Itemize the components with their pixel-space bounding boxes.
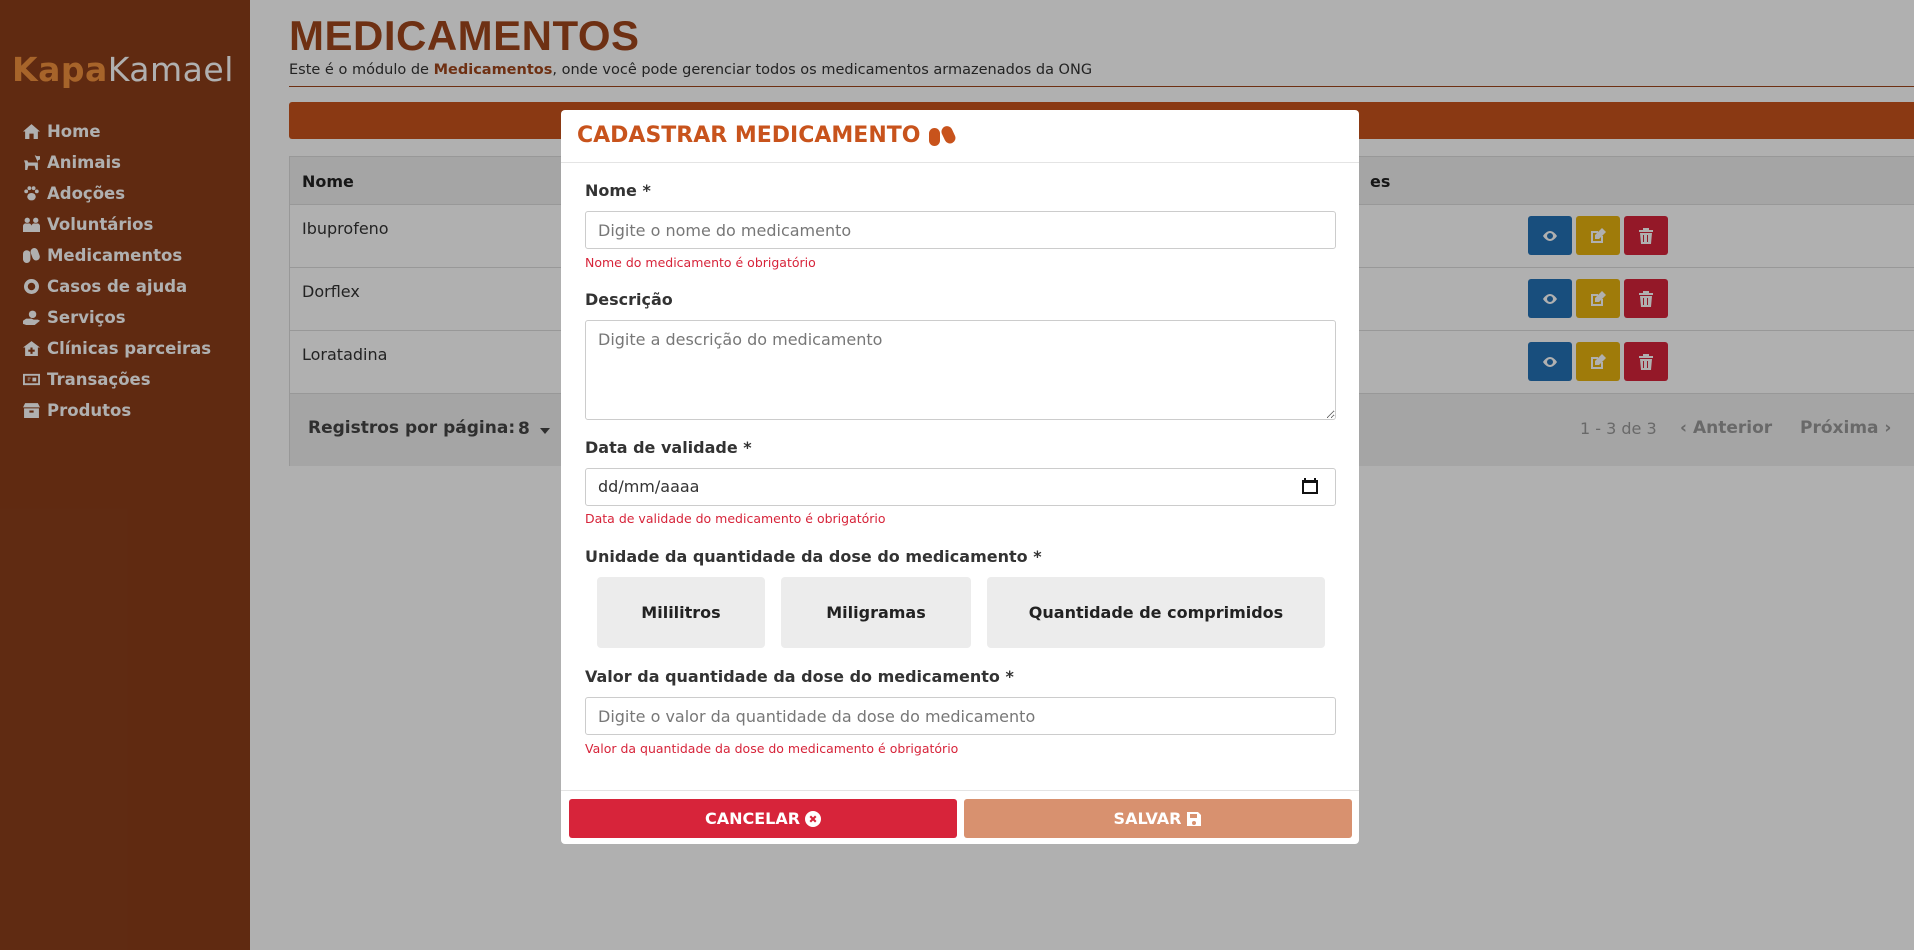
unidade-label: Unidade da quantidade da dose do medicam… — [585, 547, 1042, 566]
save-button[interactable]: SALVAR — [964, 799, 1352, 838]
modal-footer-divider — [561, 790, 1359, 791]
validade-error: Data de validade do medicamento é obriga… — [585, 511, 886, 526]
unidade-option-mililitros[interactable]: Mililitros — [597, 577, 765, 648]
close-circle-icon — [805, 810, 822, 827]
modal-header: CADASTRAR MEDICAMENTO — [561, 110, 1359, 163]
descricao-label: Descrição — [585, 290, 673, 309]
descricao-textarea[interactable] — [585, 320, 1336, 420]
validade-label: Data de validade * — [585, 438, 752, 457]
modal-title: CADASTRAR MEDICAMENTO — [577, 123, 956, 148]
valor-input[interactable] — [585, 697, 1336, 735]
cadastrar-medicamento-modal: CADASTRAR MEDICAMENTO Nome * Nome do med… — [561, 110, 1359, 844]
cancel-button-label: CANCELAR — [704, 809, 801, 828]
nome-label: Nome * — [585, 181, 651, 200]
nome-input[interactable] — [585, 211, 1336, 249]
unidade-option-miligramas[interactable]: Miligramas — [781, 577, 971, 648]
nome-error: Nome do medicamento é obrigatório — [585, 255, 816, 270]
valor-label: Valor da quantidade da dose do medicamen… — [585, 667, 1014, 686]
validade-date-input[interactable] — [585, 468, 1336, 506]
cancel-button[interactable]: CANCELAR — [569, 799, 957, 838]
save-button-label: SALVAR — [1113, 809, 1182, 828]
unidade-option-comprimidos[interactable]: Quantidade de comprimidos — [987, 577, 1325, 648]
pills-icon — [929, 125, 956, 146]
valor-error: Valor da quantidade da dose do medicamen… — [585, 741, 959, 756]
modal-title-text: CADASTRAR MEDICAMENTO — [577, 123, 921, 148]
save-icon — [1187, 811, 1202, 826]
calendar-icon[interactable] — [1301, 477, 1319, 495]
